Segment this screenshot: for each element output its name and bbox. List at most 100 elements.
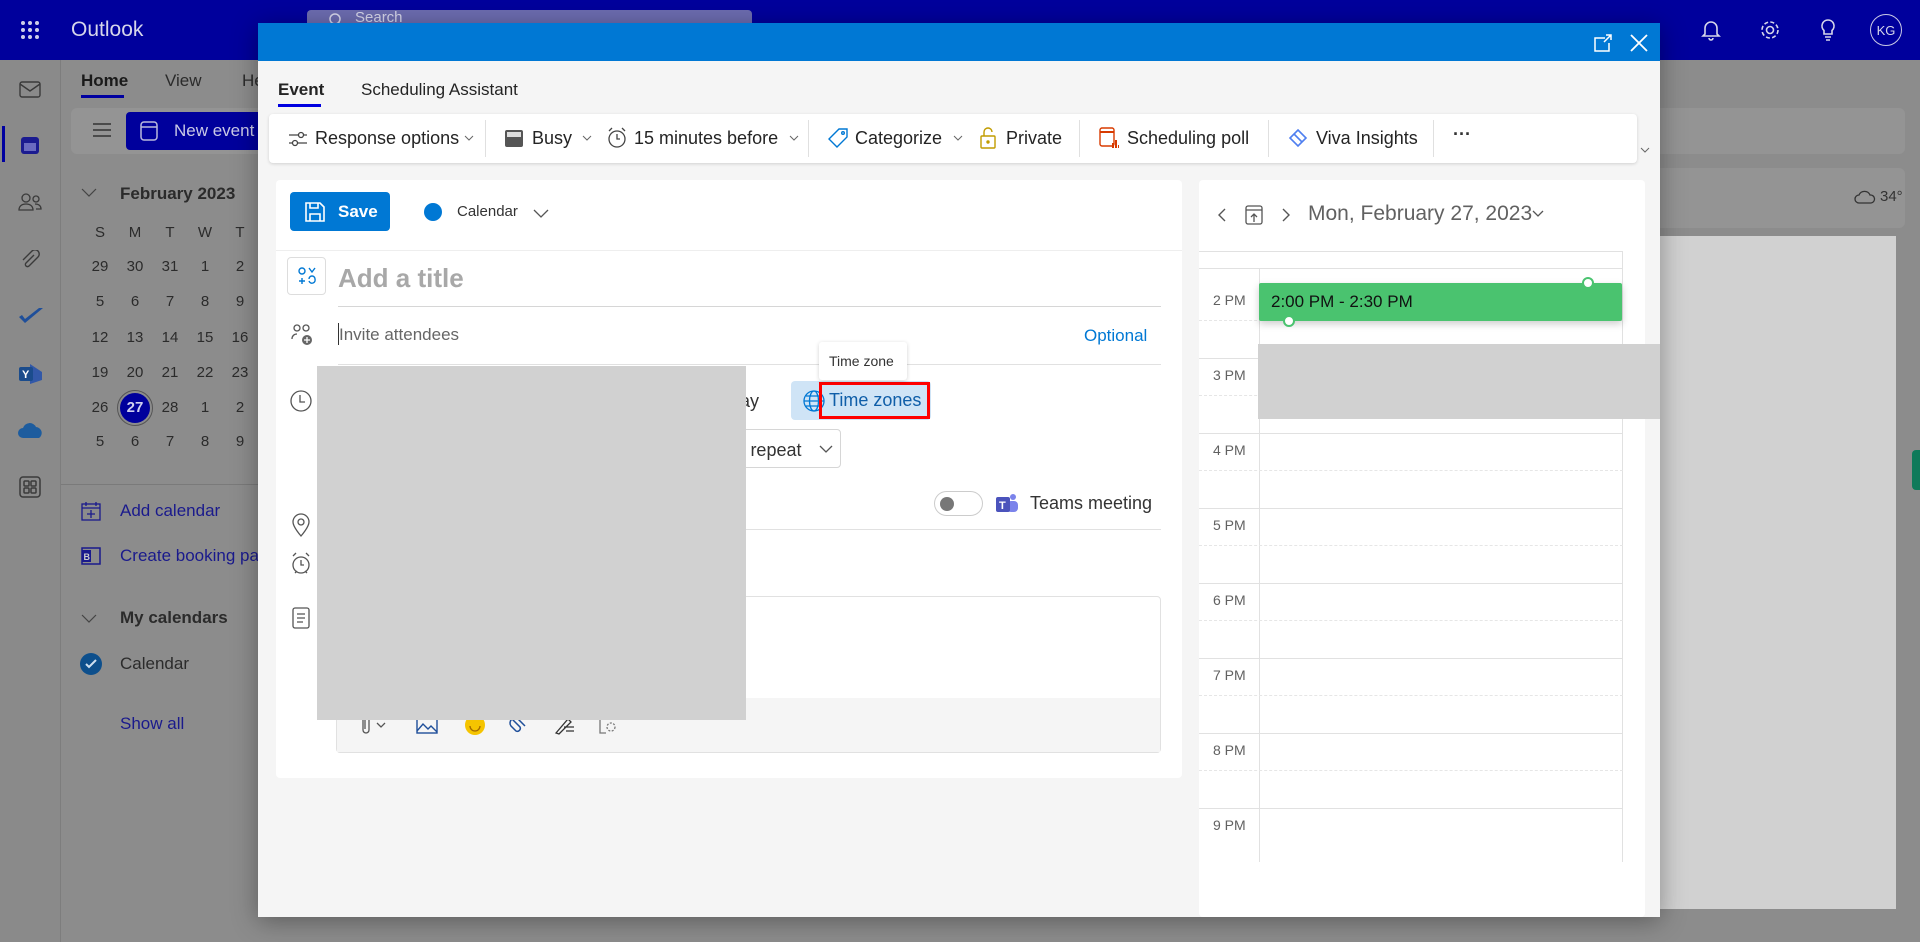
my-calendars-heading[interactable]: My calendars: [120, 608, 228, 628]
mini-calendar-day[interactable]: 9: [225, 293, 255, 310]
tab-view[interactable]: View: [165, 71, 202, 91]
mini-calendar-day[interactable]: 1: [190, 399, 220, 416]
event-block[interactable]: 2:00 PM - 2:30 PM: [1259, 283, 1622, 321]
emoji-picker-icon[interactable]: [287, 257, 326, 295]
todo-icon[interactable]: [17, 305, 45, 327]
more-options-button[interactable]: ···: [1453, 124, 1471, 145]
mini-calendar-day[interactable]: 16: [225, 329, 255, 346]
chevron-down-icon[interactable]: [80, 611, 98, 625]
mini-calendar-day[interactable]: 29: [85, 258, 115, 275]
toggle-knob: [940, 497, 954, 511]
teams-icon: T: [995, 491, 1019, 517]
grid-line: [1199, 251, 1623, 252]
mini-calendar-day[interactable]: 31: [155, 258, 185, 275]
close-icon[interactable]: [1628, 32, 1650, 54]
mini-calendar-day[interactable]: 12: [85, 329, 115, 346]
add-calendar-link[interactable]: Add calendar: [120, 501, 220, 521]
hour-line: [1199, 433, 1623, 434]
avatar[interactable]: KG: [1870, 14, 1902, 46]
calendar-selector[interactable]: Calendar: [457, 203, 518, 220]
bell-icon[interactable]: [1698, 17, 1724, 43]
calendar-icon[interactable]: [17, 133, 43, 157]
hamburger-icon[interactable]: [90, 118, 114, 142]
resize-handle-bottom[interactable]: [1283, 315, 1295, 327]
optional-attendees-link[interactable]: Optional: [1084, 326, 1147, 346]
mini-calendar-day-selected[interactable]: 27: [117, 390, 153, 426]
event-toolbar: Response options Busy 15 minutes before …: [269, 114, 1637, 163]
tab-scheduling-assistant[interactable]: Scheduling Assistant: [361, 80, 518, 100]
mini-calendar-day[interactable]: 28: [155, 399, 185, 416]
tab-event[interactable]: Event: [278, 80, 324, 100]
scheduling-poll-button[interactable]: Scheduling poll: [1099, 114, 1249, 163]
tooltip: Time zone: [819, 342, 907, 380]
apps-icon[interactable]: [17, 474, 43, 500]
mini-calendar-day[interactable]: 5: [85, 293, 115, 310]
mini-calendar-day[interactable]: 15: [190, 329, 220, 346]
categorize-dropdown[interactable]: Categorize: [828, 114, 968, 163]
mini-calendar-day[interactable]: 26: [85, 399, 115, 416]
mini-calendar-day[interactable]: 14: [155, 329, 185, 346]
tab-home[interactable]: Home: [81, 71, 128, 91]
private-button[interactable]: Private: [980, 114, 1080, 163]
popout-icon[interactable]: [1592, 33, 1614, 53]
hour-label: 3 PM: [1213, 367, 1246, 383]
yammer-icon[interactable]: Y: [17, 361, 45, 387]
mini-calendar-day[interactable]: 13: [120, 329, 150, 346]
reminder-dropdown[interactable]: 15 minutes before: [607, 114, 802, 163]
half-hour-line: [1199, 770, 1623, 771]
checkmark-icon[interactable]: [80, 653, 102, 675]
mini-calendar-day[interactable]: 7: [155, 293, 185, 310]
mini-calendar-day[interactable]: 22: [190, 364, 220, 381]
gear-icon[interactable]: [1757, 17, 1783, 43]
chevron-down-icon[interactable]: [1638, 145, 1652, 155]
mini-calendar-day[interactable]: 7: [155, 433, 185, 450]
teams-meeting-toggle[interactable]: [934, 491, 983, 516]
svg-text:Y: Y: [22, 369, 30, 381]
mini-calendar-day[interactable]: 21: [155, 364, 185, 381]
side-tab[interactable]: [1912, 450, 1920, 490]
mini-calendar-day[interactable]: 8: [190, 293, 220, 310]
mini-calendar-day[interactable]: 2: [225, 399, 255, 416]
lightbulb-icon[interactable]: [1815, 17, 1841, 43]
mini-calendar-day[interactable]: 23: [225, 364, 255, 381]
half-hour-line: [1199, 545, 1623, 546]
title-input[interactable]: Add a title: [338, 263, 464, 294]
day-grid: 2 PM 3 PM 4 PM 5 PM 6 PM 7 PM 8 PM 9 PM 2:00 PM …: [1199, 180, 1645, 917]
viva-insights-button[interactable]: Viva Insights: [1287, 114, 1427, 163]
calendar-list-item[interactable]: Calendar: [120, 654, 189, 674]
divider: [276, 250, 1182, 251]
attendees-input[interactable]: Invite attendees: [339, 325, 459, 345]
attachment-icon[interactable]: [17, 249, 43, 271]
mini-calendar-day[interactable]: 9: [225, 433, 255, 450]
app-launcher-icon[interactable]: [18, 18, 42, 42]
new-event-button[interactable]: New event: [126, 112, 266, 150]
create-booking-link[interactable]: Create booking pa: [120, 546, 259, 566]
mini-calendar-day[interactable]: 20: [120, 364, 150, 381]
show-all-link[interactable]: Show all: [120, 714, 184, 734]
mini-calendar-day[interactable]: 8: [190, 433, 220, 450]
mini-calendar-day[interactable]: 30: [120, 258, 150, 275]
highlight-box: [819, 382, 930, 419]
mini-calendar-day[interactable]: 19: [85, 364, 115, 381]
mini-calendar-day[interactable]: 1: [190, 258, 220, 275]
busy-dropdown[interactable]: Busy: [505, 114, 600, 163]
chevron-down-icon[interactable]: [80, 185, 98, 199]
mail-icon[interactable]: [17, 78, 43, 100]
teams-meeting-label: Teams meeting: [1030, 493, 1153, 513]
resize-handle-top[interactable]: [1582, 277, 1594, 289]
hour-label: 2 PM: [1213, 292, 1246, 308]
chevron-down-icon[interactable]: [532, 207, 550, 219]
redacted-region: [1258, 344, 1660, 419]
people-icon[interactable]: [17, 191, 43, 213]
divider: [338, 306, 1161, 307]
hour-line: [1199, 508, 1623, 509]
onedrive-icon[interactable]: [16, 421, 46, 441]
half-hour-line: [1199, 470, 1623, 471]
mini-calendar-day[interactable]: 6: [120, 293, 150, 310]
save-button[interactable]: Save: [290, 192, 390, 231]
mini-calendar-day[interactable]: 5: [85, 433, 115, 450]
mini-calendar-day[interactable]: 2: [225, 258, 255, 275]
mini-calendar-day[interactable]: 6: [120, 433, 150, 450]
response-options-button[interactable]: Response options: [288, 114, 478, 163]
hour-label: 6 PM: [1213, 592, 1246, 608]
